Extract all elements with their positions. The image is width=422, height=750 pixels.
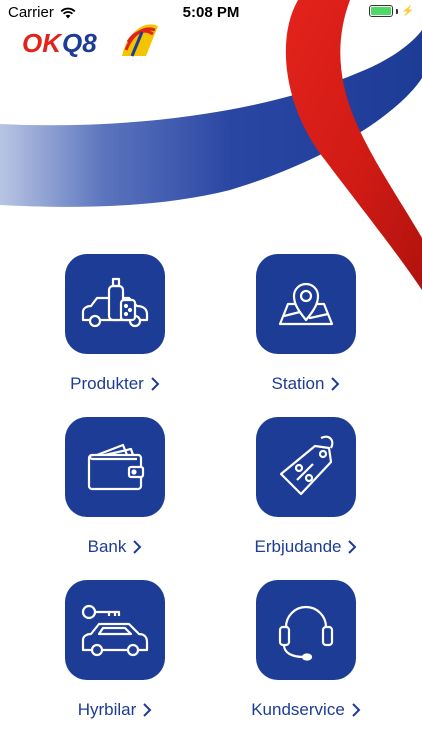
menu-tile-produkter[interactable]: Produkter xyxy=(35,254,195,394)
produkter-text: Produkter xyxy=(70,374,144,393)
hyrbilar-text: Hyrbilar xyxy=(77,700,137,719)
station-label[interactable]: Station xyxy=(272,374,341,394)
kundservice-icon-box[interactable] xyxy=(256,580,356,680)
chevron-right-icon xyxy=(143,703,152,717)
bank-text: Bank xyxy=(87,537,127,556)
hyrbilar-icon-box[interactable] xyxy=(65,580,165,680)
erbjudande-label[interactable]: Erbjudande xyxy=(255,537,358,557)
kundservice-label[interactable]: Kundservice xyxy=(251,700,361,720)
bank-icon-box[interactable] xyxy=(65,417,165,517)
chevron-right-icon xyxy=(348,540,357,554)
erbjudande-icon-box[interactable] xyxy=(256,417,356,517)
menu-tile-hyrbilar[interactable]: Hyrbilar xyxy=(35,580,195,720)
chevron-right-icon xyxy=(352,703,361,717)
erbjudande-text: Erbjudande xyxy=(254,537,342,556)
kundservice-text: Kundservice xyxy=(251,700,345,719)
chevron-right-icon xyxy=(151,377,160,391)
car-products-icon xyxy=(81,277,149,328)
headset-icon xyxy=(278,605,334,661)
svg-text:OK: OK xyxy=(22,28,63,58)
wallet-icon xyxy=(87,443,145,491)
okq8-logo: OK Q8 xyxy=(22,24,158,58)
menu-tile-erbjudande[interactable]: Erbjudande xyxy=(226,417,386,557)
svg-text:Q8: Q8 xyxy=(62,28,97,58)
menu-tile-kundservice[interactable]: Kundservice xyxy=(226,580,386,720)
price-tag-icon xyxy=(279,435,334,496)
bank-label[interactable]: Bank xyxy=(88,537,143,557)
menu-tile-bank[interactable]: Bank xyxy=(35,417,195,557)
station-icon-box[interactable] xyxy=(256,254,356,354)
chevron-right-icon xyxy=(331,377,340,391)
car-key-icon xyxy=(81,604,149,657)
chevron-right-icon xyxy=(133,540,142,554)
produkter-icon-box[interactable] xyxy=(65,254,165,354)
map-pin-icon xyxy=(278,282,334,326)
hyrbilar-label[interactable]: Hyrbilar xyxy=(78,700,153,720)
produkter-label[interactable]: Produkter xyxy=(70,374,160,394)
station-text: Station xyxy=(271,374,325,393)
menu-tile-station[interactable]: Station xyxy=(226,254,386,394)
